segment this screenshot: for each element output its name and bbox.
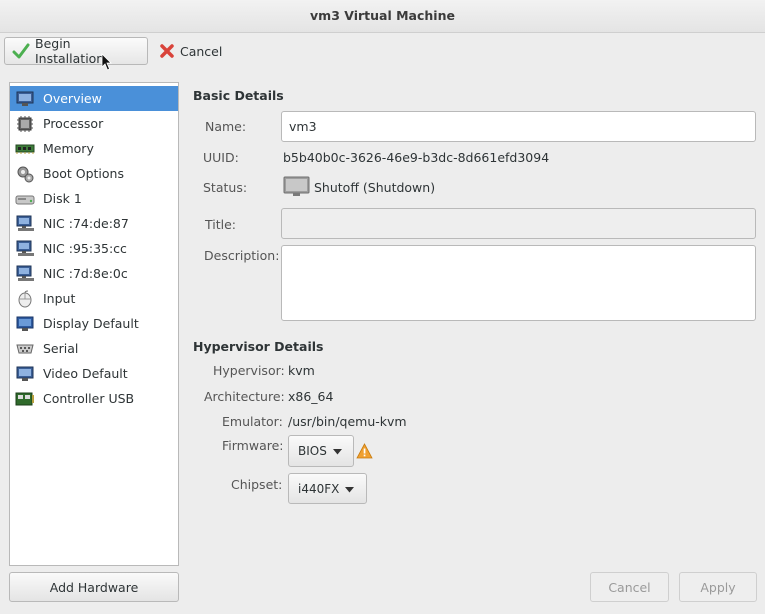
architecture-value: x86_64: [288, 389, 334, 404]
sidebar-item-display-default[interactable]: Display Default: [10, 311, 178, 336]
mouse-cursor-icon: [101, 53, 113, 74]
uuid-label: UUID:: [203, 150, 239, 165]
sidebar-item-nic-74-de-87[interactable]: NIC :74:de:87: [10, 211, 178, 236]
sidebar-item-label: Video Default: [43, 366, 128, 381]
sidebar-item-boot-options[interactable]: Boot Options: [10, 161, 178, 186]
window-title: vm3 Virtual Machine: [0, 0, 765, 33]
firmware-select[interactable]: BIOS: [288, 435, 354, 467]
chipset-select-value: i440FX: [298, 481, 340, 496]
network-icon: [15, 215, 35, 233]
sidebar-item-label: Overview: [43, 91, 102, 106]
sidebar-item-label: Processor: [43, 116, 104, 131]
sidebar-item-label: Input: [43, 291, 76, 306]
sidebar-item-label: Controller USB: [43, 391, 135, 406]
cancel-x-icon: [159, 43, 175, 59]
sidebar-item-disk-1[interactable]: Disk 1: [10, 186, 178, 211]
status-value: Shutoff (Shutdown): [314, 180, 436, 195]
sidebar-item-label: NIC :95:35:cc: [43, 241, 127, 256]
title-field[interactable]: [281, 208, 756, 239]
title-label: Title:: [205, 217, 236, 232]
sidebar-item-processor[interactable]: Processor: [10, 111, 178, 136]
sidebar-item-label: Memory: [43, 141, 94, 156]
name-label: Name:: [205, 119, 247, 134]
add-hardware-button[interactable]: Add Hardware: [9, 572, 179, 602]
architecture-label: Architecture:: [204, 389, 285, 404]
firmware-select-value: BIOS: [298, 444, 327, 458]
begin-installation-button[interactable]: Begin Installation: [4, 36, 148, 66]
video-icon: [15, 365, 35, 383]
sidebar-item-overview[interactable]: Overview: [10, 86, 178, 111]
network-icon: [15, 265, 35, 283]
hypervisor-details-heading: Hypervisor Details: [193, 339, 324, 354]
emulator-label: Emulator:: [222, 414, 283, 429]
uuid-value: b5b40b0c-3626-46e9-b3dc-8d661efd3094: [283, 150, 550, 165]
network-icon: [15, 240, 35, 258]
hardware-list: Overview Processor Memory Boot Options Disk …: [9, 82, 179, 566]
sidebar-item-nic-7d-8e-0c[interactable]: NIC :7d:8e:0c: [10, 261, 178, 286]
emulator-value: /usr/bin/qemu-kvm: [288, 414, 407, 429]
description-field[interactable]: [281, 245, 756, 321]
sidebar-item-video-default[interactable]: Video Default: [10, 361, 178, 386]
sidebar-item-input[interactable]: Input: [10, 286, 178, 311]
chevron-down-icon: [345, 482, 355, 496]
check-icon: [12, 43, 30, 59]
sidebar-item-serial[interactable]: Serial: [10, 336, 178, 361]
sidebar-item-controller-usb[interactable]: Controller USB: [10, 386, 178, 411]
warning-icon: [356, 443, 373, 462]
toolbar-cancel-label: Cancel: [180, 43, 223, 59]
toolbar: Begin Installation Cancel: [0, 33, 765, 71]
sidebar-item-label: Boot Options: [43, 166, 124, 181]
cancel-button[interactable]: Cancel: [590, 572, 669, 602]
sidebar-item-label: Disk 1: [43, 191, 82, 206]
sidebar-item-nic-95-35-cc[interactable]: NIC :95:35:cc: [10, 236, 178, 261]
gears-icon: [15, 165, 35, 183]
memory-icon: [15, 140, 35, 158]
controller-icon: [15, 390, 35, 408]
chipset-label: Chipset:: [231, 477, 283, 492]
cancel-button-label: Cancel: [608, 579, 651, 595]
hypervisor-value: kvm: [288, 363, 315, 378]
firmware-label: Firmware:: [222, 438, 284, 453]
display-icon: [15, 315, 35, 333]
apply-button-label: Apply: [700, 579, 736, 595]
sidebar-item-label: NIC :74:de:87: [43, 216, 129, 231]
description-label: Description:: [204, 248, 280, 263]
basic-details-heading: Basic Details: [193, 88, 284, 103]
name-field-value: vm3: [289, 119, 317, 134]
cpu-icon: [15, 115, 35, 133]
mouse-icon: [15, 290, 35, 308]
sidebar-item-label: Display Default: [43, 316, 139, 331]
hypervisor-label: Hypervisor:: [213, 363, 285, 378]
chipset-select[interactable]: i440FX: [288, 473, 367, 504]
sidebar-item-label: NIC :7d:8e:0c: [43, 266, 128, 281]
add-hardware-label: Add Hardware: [49, 579, 139, 595]
begin-installation-label: Begin Installation: [35, 36, 105, 66]
status-label: Status:: [203, 180, 248, 195]
sidebar-item-label: Serial: [43, 341, 79, 356]
disk-icon: [15, 190, 35, 208]
serial-icon: [15, 340, 35, 358]
name-field[interactable]: vm3: [281, 111, 756, 142]
apply-button[interactable]: Apply: [679, 572, 757, 602]
status-monitor-icon: [283, 176, 310, 201]
monitor-icon: [15, 90, 35, 108]
chevron-down-icon: [332, 444, 342, 458]
toolbar-cancel-button[interactable]: Cancel: [152, 37, 232, 65]
sidebar-item-memory[interactable]: Memory: [10, 136, 178, 161]
